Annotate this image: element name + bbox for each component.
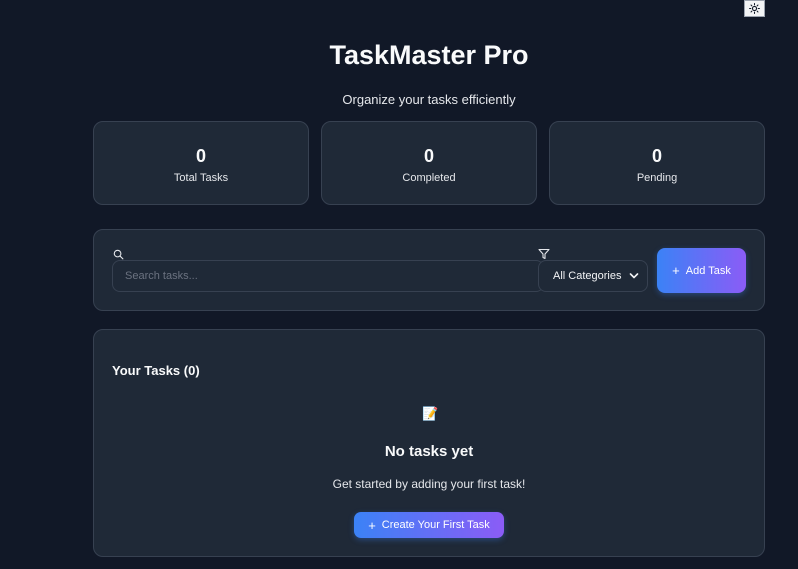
chevron-down-icon — [629, 273, 639, 279]
stat-value: 0 — [195, 146, 206, 166]
sun-icon — [749, 3, 760, 14]
add-task-button[interactable]: + Add Task — [657, 248, 746, 293]
stat-card-total: 0 Total Tasks — [93, 121, 309, 205]
stat-card-completed: 0 Completed — [321, 121, 537, 205]
stat-value: 0 — [423, 146, 434, 166]
filter-icon — [538, 248, 550, 260]
stat-card-pending: 0 Pending — [549, 121, 765, 205]
create-first-task-button[interactable]: + Create Your First Task — [354, 512, 504, 538]
plus-icon: + — [368, 517, 376, 533]
stat-label: Pending — [636, 172, 678, 184]
memo-icon: 📝 — [422, 406, 439, 421]
search-input[interactable] — [112, 260, 544, 292]
page-title: TaskMaster Pro — [329, 40, 529, 70]
stat-label: Total Tasks — [173, 172, 229, 184]
category-select-value: All Categories — [553, 270, 622, 282]
task-toolbar: All Categories + Add Task — [93, 229, 765, 311]
category-select[interactable]: All Categories — [538, 260, 648, 292]
page-subtitle: Organize your tasks efficiently — [342, 92, 516, 107]
theme-toggle-button[interactable] — [744, 0, 765, 17]
plus-icon: + — [672, 263, 680, 278]
create-first-task-label: Create Your First Task — [381, 519, 490, 531]
add-task-label: Add Task — [685, 264, 731, 277]
tasks-heading: Your Tasks (0) — [112, 363, 200, 378]
search-icon — [113, 249, 124, 260]
tasks-panel: Your Tasks (0) 📝 No tasks yet Get starte… — [93, 329, 765, 557]
stat-value: 0 — [651, 146, 662, 166]
empty-state-text: Get started by adding your first task! — [332, 477, 526, 491]
empty-state-title: No tasks yet — [384, 443, 474, 460]
stat-label: Completed — [402, 172, 456, 184]
